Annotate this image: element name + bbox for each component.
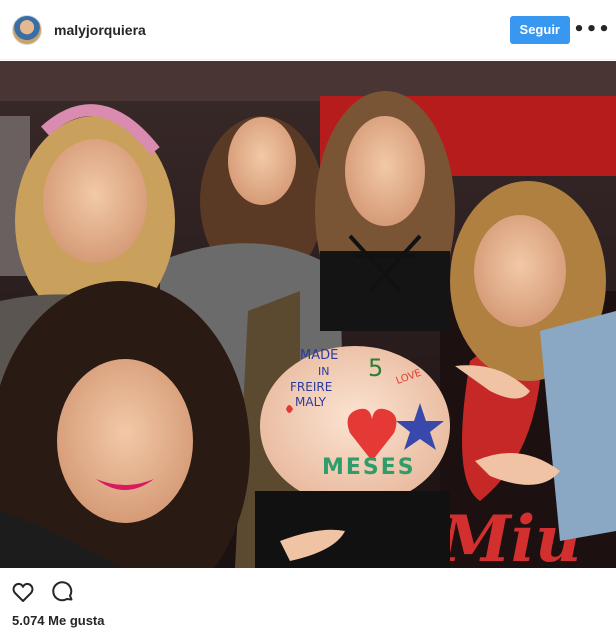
woman4-face (474, 215, 566, 327)
post-photo[interactable]: Miu MADE IN FREIRE MALY 5 LOVE MESES (0, 61, 616, 568)
profile-avatar[interactable] (12, 14, 42, 45)
belly-number: 5 (368, 354, 383, 382)
woman5-face (57, 359, 193, 523)
woman3-top (320, 251, 450, 331)
belly-text-in: IN (318, 365, 329, 378)
woman3-pants (255, 491, 450, 568)
post-actions (0, 574, 616, 610)
belly-text-meses: MESES (322, 455, 416, 480)
comment-bubble-icon[interactable] (50, 579, 76, 605)
woman3-face (345, 116, 425, 226)
belly-text-made: MADE (300, 348, 338, 363)
woman2-face (228, 117, 296, 205)
heart-icon[interactable] (10, 579, 36, 605)
woman1-face (43, 139, 147, 263)
follow-button[interactable]: Seguir (509, 15, 570, 44)
likes-count[interactable]: 5.074 Me gusta (12, 613, 105, 628)
belly-text-maly: MALY (295, 395, 327, 409)
more-options-icon[interactable]: ••• (573, 18, 610, 42)
ceiling (0, 61, 616, 101)
belly-text-freire: FREIRE (290, 380, 332, 394)
post-header: malyjorquiera Seguir ••• (0, 0, 616, 60)
group-selfie-photo: Miu MADE IN FREIRE MALY 5 LOVE MESES (0, 61, 616, 568)
username-link[interactable]: malyjorquiera (54, 22, 146, 38)
